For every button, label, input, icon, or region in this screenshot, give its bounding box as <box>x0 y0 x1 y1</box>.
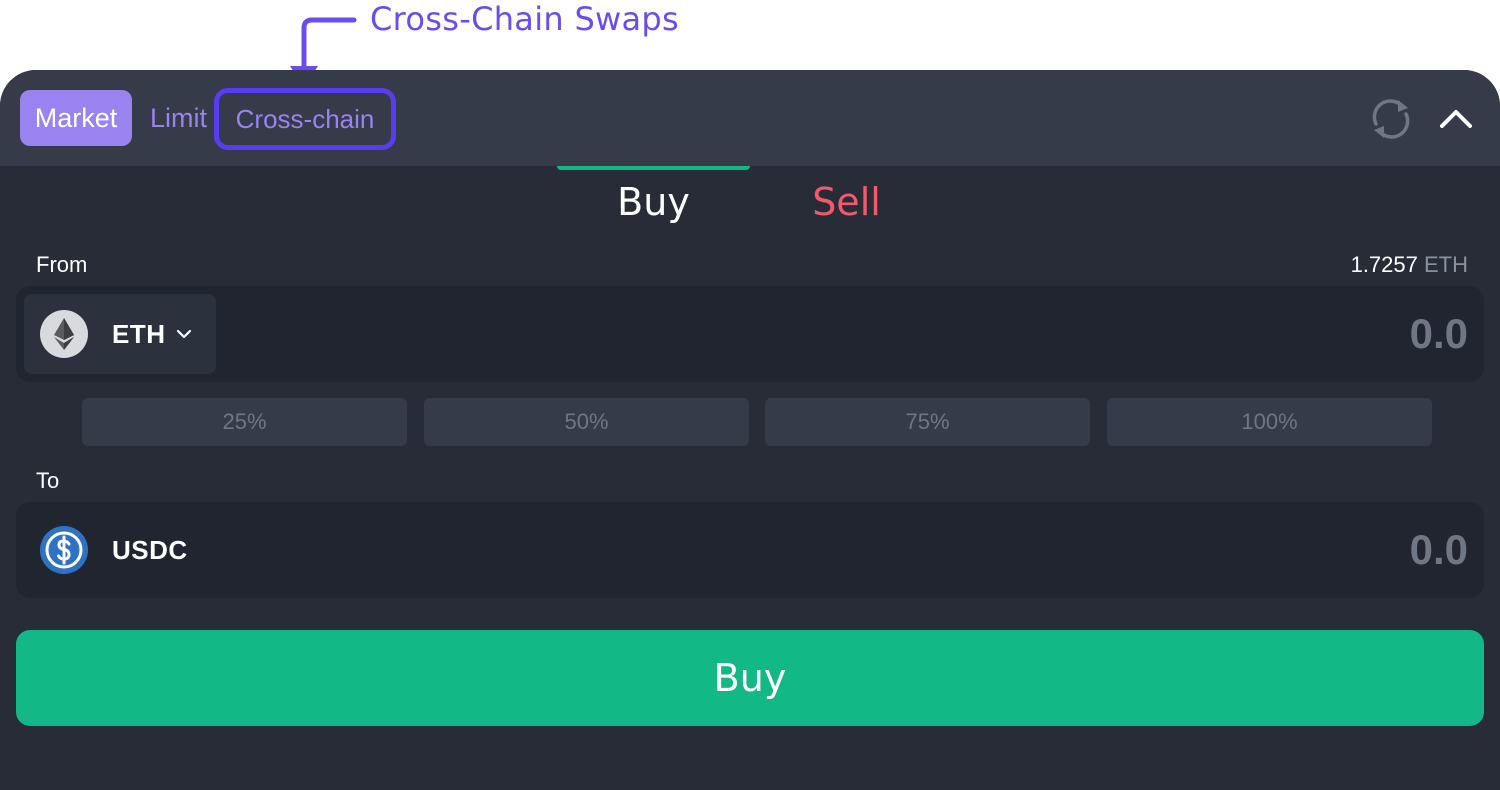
order-type-bar: Market Limit Cross-chain <box>0 70 1500 166</box>
buy-tab-indicator <box>557 166 750 170</box>
chevron-up-icon[interactable] <box>1438 104 1474 132</box>
percent-button-50[interactable]: 50% <box>424 398 749 446</box>
percent-button-100[interactable]: 100% <box>1107 398 1432 446</box>
from-field: ETH 0.0 <box>16 286 1484 382</box>
from-amount-input[interactable]: 0.0 <box>1410 286 1468 382</box>
to-label: To <box>36 468 60 493</box>
to-field: USDC 0.0 <box>16 502 1484 598</box>
from-balance: 1.7257 ETH <box>1351 252 1468 278</box>
percent-button-25[interactable]: 25% <box>82 398 407 446</box>
from-token-name: ETH <box>112 318 166 349</box>
chevron-down-icon <box>176 329 192 339</box>
tab-market[interactable]: Market <box>20 90 132 146</box>
balance-unit: ETH <box>1424 252 1468 277</box>
annotation-label: Cross-Chain Swaps <box>370 0 680 38</box>
buy-submit-button[interactable]: Buy <box>16 630 1484 726</box>
to-token-name: USDC <box>112 534 188 565</box>
from-label: From <box>36 252 88 277</box>
tab-buy[interactable]: Buy <box>557 180 750 224</box>
to-token: USDC <box>24 510 216 590</box>
ethereum-icon <box>40 310 88 358</box>
tab-cross-chain[interactable]: Cross-chain <box>214 88 396 150</box>
tab-limit[interactable]: Limit <box>150 90 207 146</box>
from-token-selector[interactable]: ETH <box>24 294 216 374</box>
swap-widget: Market Limit Cross-chain Buy Sell From 1… <box>0 70 1500 790</box>
to-amount-input[interactable]: 0.0 <box>1410 502 1468 598</box>
percent-button-75[interactable]: 75% <box>765 398 1090 446</box>
refresh-icon[interactable] <box>1368 96 1414 142</box>
usdc-icon <box>40 526 88 574</box>
balance-value: 1.7257 <box>1350 252 1418 277</box>
tab-sell[interactable]: Sell <box>750 180 943 224</box>
